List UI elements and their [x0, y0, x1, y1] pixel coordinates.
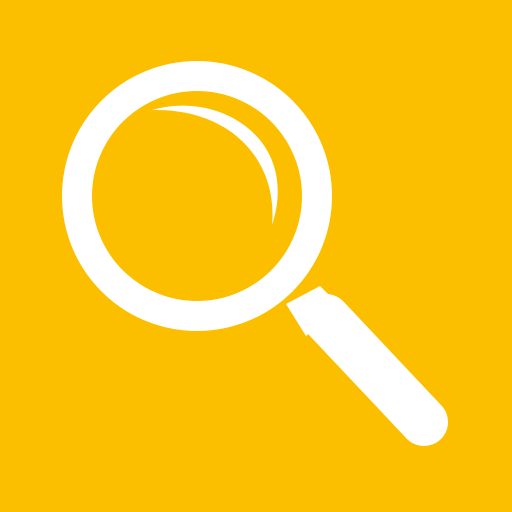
magnifying-glass-icon: [62, 61, 448, 446]
app-icon-tile: [0, 0, 512, 512]
lens-glare: [152, 105, 278, 225]
handle-grip: [302, 294, 448, 446]
